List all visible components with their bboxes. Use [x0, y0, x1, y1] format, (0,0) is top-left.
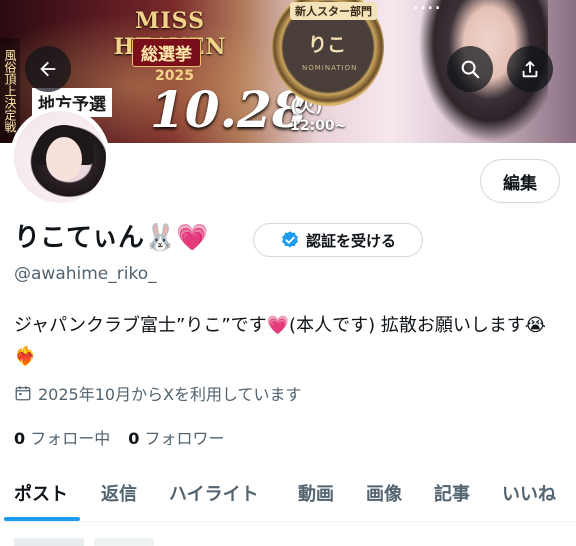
- followers-link[interactable]: 0 フォロワー: [128, 425, 224, 449]
- tab-highlights[interactable]: ハイライト: [169, 480, 259, 506]
- medal-tag: NOMINATION: [302, 64, 358, 72]
- feed-preview-fragment: [94, 538, 154, 546]
- banner-date: 10.28: [150, 80, 307, 139]
- tab-articles[interactable]: 記事: [434, 480, 470, 506]
- verify-label: 認証を受ける: [305, 231, 396, 250]
- display-name: りこてぃん🐰💗: [14, 223, 209, 253]
- feed-preview-fragment: [14, 538, 84, 546]
- following-label: フォロー中: [30, 429, 111, 448]
- get-verified-button[interactable]: 認証を受ける: [253, 223, 423, 257]
- calendar-icon: [15, 386, 31, 401]
- profile-tabs: ポスト 返信 ハイライト 動画 画像 記事 いいね: [0, 466, 576, 522]
- verified-badge-icon: [281, 231, 298, 248]
- tab-images[interactable]: 画像: [366, 480, 402, 506]
- search-button[interactable]: [447, 46, 493, 92]
- share-button[interactable]: [507, 46, 553, 92]
- avatar-frame[interactable]: [10, 107, 110, 207]
- following-count: 0: [14, 429, 26, 448]
- edit-profile-button[interactable]: 編集: [480, 159, 560, 203]
- tab-replies[interactable]: 返信: [101, 480, 137, 506]
- medal-name: りこ: [308, 34, 347, 56]
- tab-videos[interactable]: 動画: [298, 480, 334, 506]
- followers-count: 0: [128, 429, 140, 448]
- search-icon: [461, 60, 480, 79]
- tab-likes[interactable]: いいね: [502, 480, 556, 506]
- banner-vertical-text: 風俗頂上決定戦: [0, 38, 20, 143]
- follow-stats: 0 フォロー中 0 フォロワー: [14, 425, 225, 449]
- joined-text: 2025年10月からXを利用しています: [38, 385, 302, 404]
- medal-category: 新人スター部門: [290, 2, 377, 20]
- profile-bio: ジャパンクラブ富士”りこ”です💗(本人です) 拡散お願いします😭❤️‍🔥: [14, 315, 546, 367]
- banner-time: 12:00~: [290, 118, 347, 134]
- tab-posts[interactable]: ポスト: [14, 480, 68, 506]
- followers-label: フォロワー: [144, 429, 225, 448]
- user-handle: @awahime_riko_: [14, 264, 157, 284]
- arrow-left-icon: [40, 61, 56, 77]
- banner-event-subtitle: 総選挙: [132, 38, 201, 67]
- avatar-face: [46, 137, 82, 181]
- joined-date: 2025年10月からXを利用しています: [14, 381, 302, 405]
- avatar[interactable]: [14, 111, 106, 203]
- active-tab-indicator: [4, 517, 80, 521]
- status-signal: ....: [413, 0, 443, 13]
- feed-preview: [0, 522, 576, 546]
- share-icon: [522, 60, 538, 78]
- following-link[interactable]: 0 フォロー中: [14, 425, 110, 449]
- back-button[interactable]: [25, 46, 71, 92]
